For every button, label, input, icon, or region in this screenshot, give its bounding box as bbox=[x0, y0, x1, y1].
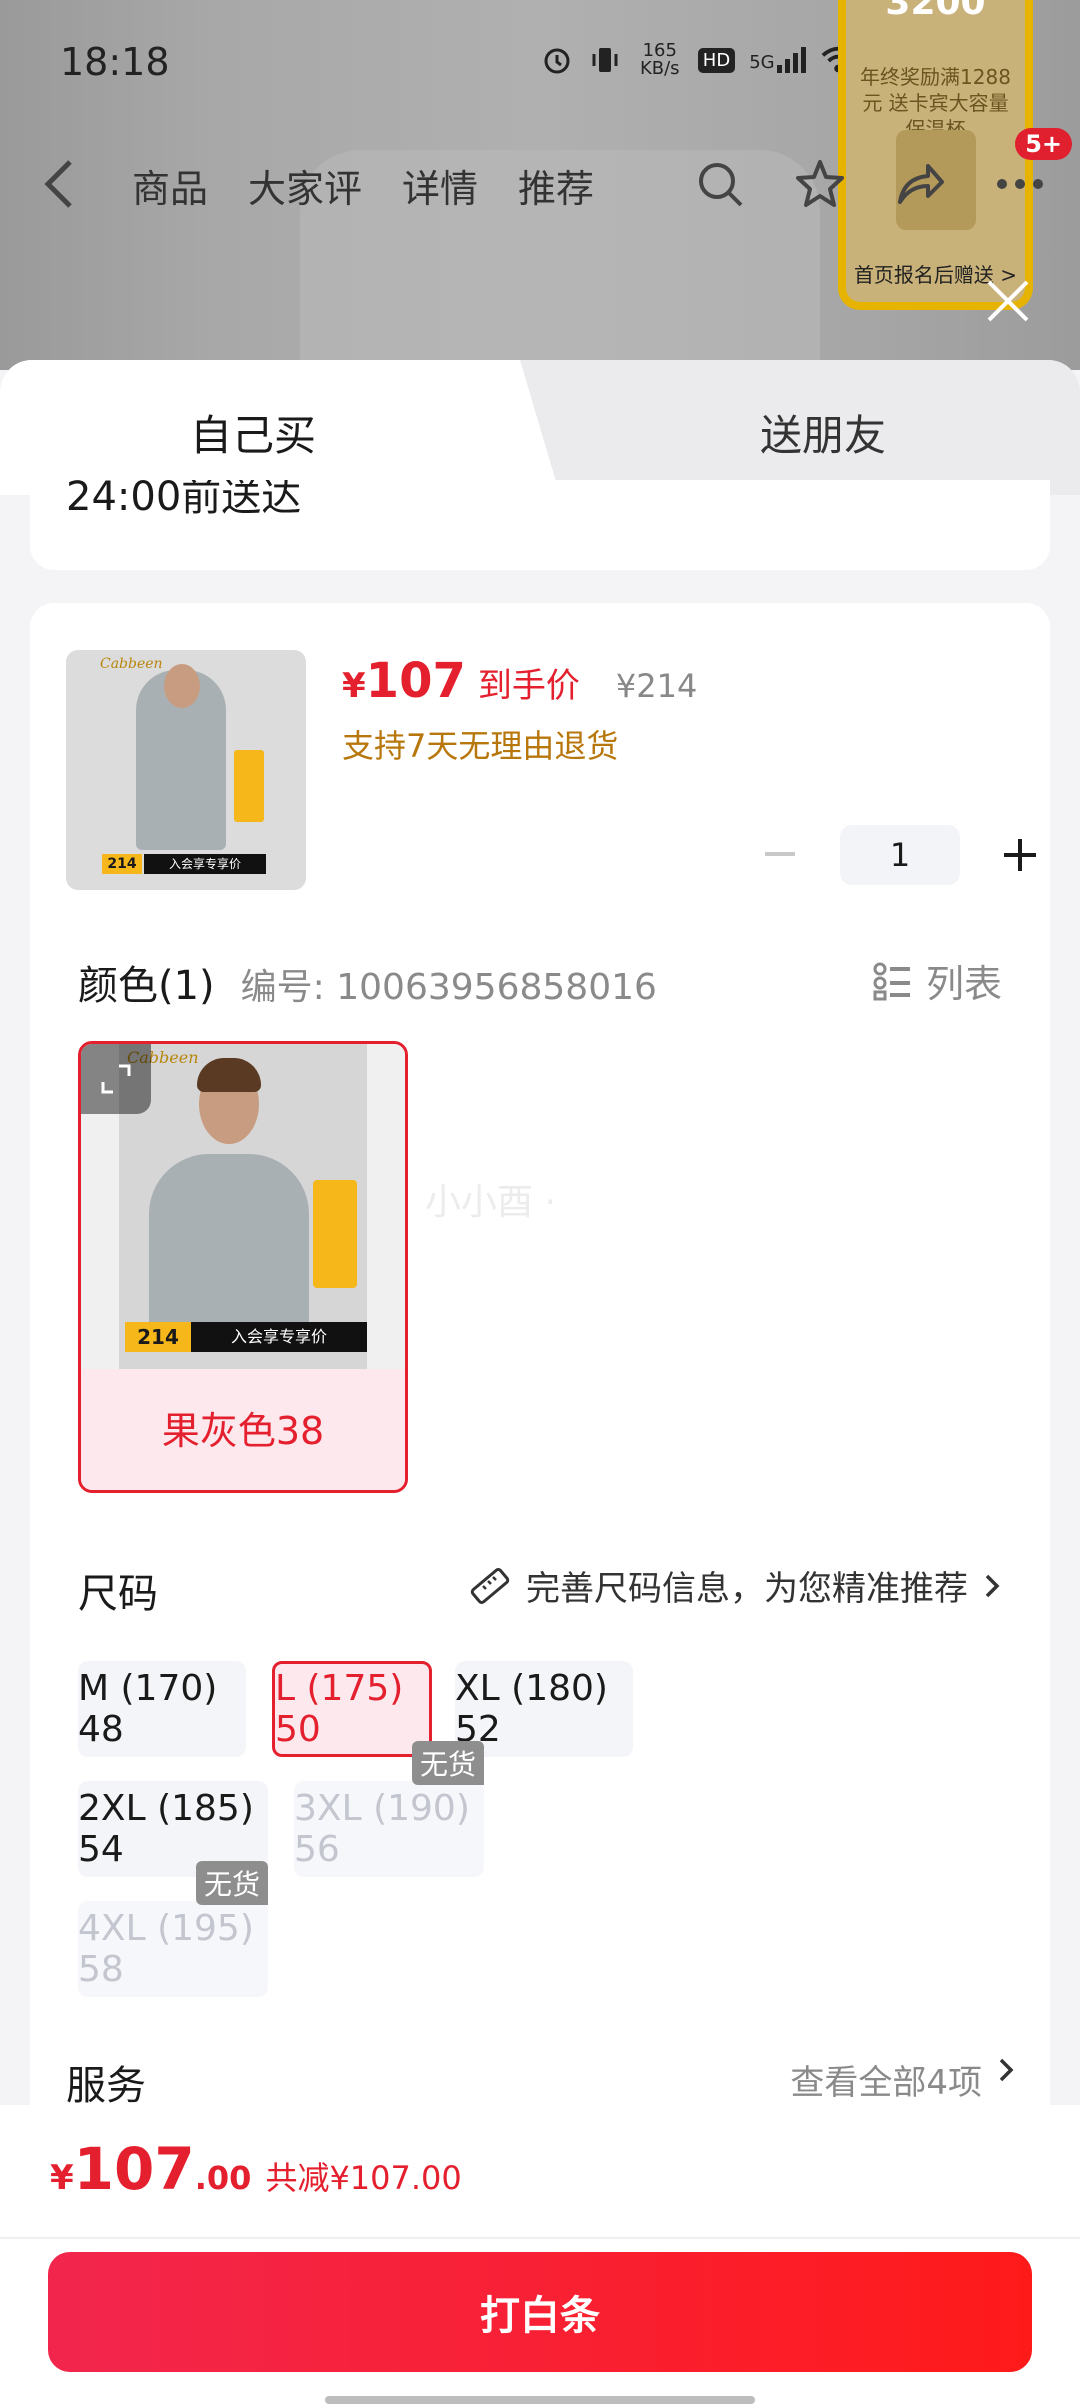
tab-buy-self-label[interactable]: 自己买 bbox=[190, 402, 316, 463]
size-option-l-selected[interactable]: L (175) 50 bbox=[272, 1661, 432, 1757]
service-view-all[interactable]: 查看全部4项 bbox=[790, 2055, 1016, 2104]
back-button[interactable] bbox=[40, 154, 90, 214]
delivery-text: 24:00前送达 bbox=[66, 480, 302, 520]
expand-image-button[interactable] bbox=[81, 1044, 151, 1114]
photo-hair bbox=[197, 1058, 261, 1092]
color-title: 颜色(1) bbox=[78, 963, 215, 1009]
purchase-sheet: 自己买 送朋友 24:00前送达 Cabbeen 214 入会享专享价 ¥107… bbox=[0, 360, 1080, 2408]
nav-tab-details[interactable]: 详情 bbox=[402, 158, 478, 213]
photo-price-tag: 214 bbox=[125, 1322, 191, 1352]
price-label: 到手价 bbox=[477, 666, 580, 706]
nav-tab-product[interactable]: 商品 bbox=[132, 158, 208, 213]
price-row: ¥107 到手价 ¥214 bbox=[342, 653, 697, 709]
color-option-photo: Cabbeen 214 入会享专享价 bbox=[119, 1044, 367, 1369]
size-option-label: L (175) 50 bbox=[275, 1668, 404, 1750]
nav-tab-recommend[interactable]: 推荐 bbox=[518, 158, 594, 213]
service-title: 服务 bbox=[66, 2063, 146, 2109]
original-price: ¥214 bbox=[615, 667, 698, 705]
delivery-card: 24:00前送达 bbox=[30, 480, 1050, 570]
total-discount: 共减¥107.00 bbox=[265, 2159, 462, 2197]
size-title: 尺码 bbox=[78, 1571, 158, 1617]
quantity-stepper: 1 bbox=[750, 825, 1050, 885]
return-policy: 支持7天无理由退货 bbox=[342, 727, 619, 765]
minus-icon bbox=[765, 852, 795, 856]
service-view-all-label: 查看全部4项 bbox=[790, 2063, 982, 2103]
star-icon[interactable] bbox=[790, 154, 850, 214]
product-code: 编号: 10063956858016 bbox=[240, 967, 657, 1008]
thumb-price-tag: 214 bbox=[102, 854, 142, 874]
photo-badge-panel bbox=[313, 1180, 357, 1288]
product-thumbnail: Cabbeen 214 入会享专享价 bbox=[66, 650, 306, 890]
nav-tabs: 商品 大家评 详情 推荐 bbox=[132, 158, 594, 213]
chevron-right-icon bbox=[985, 1574, 1000, 1597]
checkout-bar: ¥ 107 .00 共减¥107.00 打白条 bbox=[0, 2105, 1080, 2408]
size-option-label: XL (180) 52 bbox=[455, 1668, 608, 1750]
share-icon[interactable] bbox=[890, 154, 950, 214]
divider bbox=[0, 2237, 1080, 2239]
size-option-m[interactable]: M (170) 48 bbox=[78, 1661, 246, 1757]
vibrate-icon bbox=[588, 43, 622, 77]
close-icon bbox=[987, 280, 1029, 322]
ruler-icon bbox=[470, 1567, 510, 1604]
price-currency: ¥ bbox=[342, 666, 366, 706]
thumb-badge-panel bbox=[234, 750, 264, 822]
color-option-image: Cabbeen 214 入会享专享价 bbox=[81, 1044, 405, 1369]
chevron-right-icon bbox=[999, 2058, 1014, 2082]
size-option-4xl-disabled: 4XL (195) 58 无货 bbox=[78, 1861, 268, 1997]
more-icon[interactable]: 5+ bbox=[990, 128, 1072, 214]
color-option-label: 果灰色38 bbox=[81, 1369, 405, 1490]
total-currency: ¥ bbox=[50, 2158, 74, 2198]
signal-icon: 5G bbox=[749, 47, 806, 73]
chevron-left-icon bbox=[44, 160, 72, 208]
total-integer: 107 bbox=[73, 2135, 195, 2203]
size-option-3xl-disabled: 3XL (190) 56 无货 bbox=[294, 1741, 484, 1877]
size-option-label: 2XL (185) 54 bbox=[78, 1788, 254, 1870]
color-header: 颜色(1) 编号: 10063956858016 bbox=[78, 953, 657, 1011]
total-decimal: .00 bbox=[194, 2159, 252, 2197]
photo-banner: 入会享专享价 bbox=[191, 1322, 367, 1352]
size-option-label: 3XL (190) 56 bbox=[294, 1788, 470, 1870]
network-type: 5G bbox=[749, 52, 775, 73]
photo-model bbox=[149, 1154, 309, 1344]
out-of-stock-badge: 无货 bbox=[411, 1741, 484, 1785]
expand-icon bbox=[101, 1064, 131, 1094]
thumb-brand-logo: Cabbeen bbox=[100, 656, 163, 672]
hd-badge: HD bbox=[697, 47, 736, 73]
tab-gift-friend[interactable]: 送朋友 bbox=[760, 402, 886, 463]
nav-actions: 5+ bbox=[690, 128, 1072, 214]
list-view-label: 列表 bbox=[925, 962, 1002, 1006]
home-indicator[interactable] bbox=[325, 2396, 755, 2404]
final-price: ¥107 bbox=[342, 653, 466, 709]
thumb-banner: 入会享专享价 bbox=[144, 854, 266, 874]
network-speed: 165 KB/s bbox=[639, 40, 680, 79]
size-recommend-text: 完善尺码信息，为您精准推荐 bbox=[526, 1569, 968, 1609]
total-price: ¥ 107 .00 共减¥107.00 bbox=[50, 2135, 462, 2203]
search-icon[interactable] bbox=[690, 154, 750, 214]
thumb-model-head bbox=[164, 664, 200, 708]
price-value: 107 bbox=[365, 653, 466, 709]
size-recommend-link[interactable]: 完善尺码信息，为您精准推荐 bbox=[468, 1561, 1002, 1610]
quantity-input[interactable]: 1 bbox=[840, 825, 960, 885]
status-time: 18:18 bbox=[60, 40, 170, 84]
list-view-toggle[interactable]: 列表 bbox=[872, 953, 1002, 1008]
promo-amount: 3200 bbox=[885, 0, 986, 23]
baitiao-pay-button[interactable]: 打白条 bbox=[48, 2252, 1032, 2372]
purchase-tabs: 自己买 送朋友 bbox=[0, 360, 1080, 495]
background-page: 18:18 165 KB/s HD 5G 79 商品 大家评 bbox=[0, 0, 1080, 370]
list-icon bbox=[873, 962, 910, 1000]
size-option-label: M (170) 48 bbox=[78, 1668, 218, 1750]
quantity-increase-button[interactable] bbox=[990, 825, 1050, 885]
close-sheet-button[interactable] bbox=[985, 278, 1031, 324]
size-option-label: 4XL (195) 58 bbox=[78, 1908, 254, 1990]
message-count-badge: 5+ bbox=[1015, 128, 1072, 160]
out-of-stock-badge: 无货 bbox=[195, 1861, 268, 1905]
plus-icon bbox=[1004, 839, 1036, 871]
alarm-icon bbox=[540, 43, 574, 77]
quantity-decrease-button[interactable] bbox=[750, 825, 810, 885]
watermark: 小小酉 · bbox=[425, 1182, 556, 1223]
color-option-selected[interactable]: Cabbeen 214 入会享专享价 果灰色38 bbox=[78, 1041, 408, 1493]
nav-tab-reviews[interactable]: 大家评 bbox=[248, 158, 362, 213]
